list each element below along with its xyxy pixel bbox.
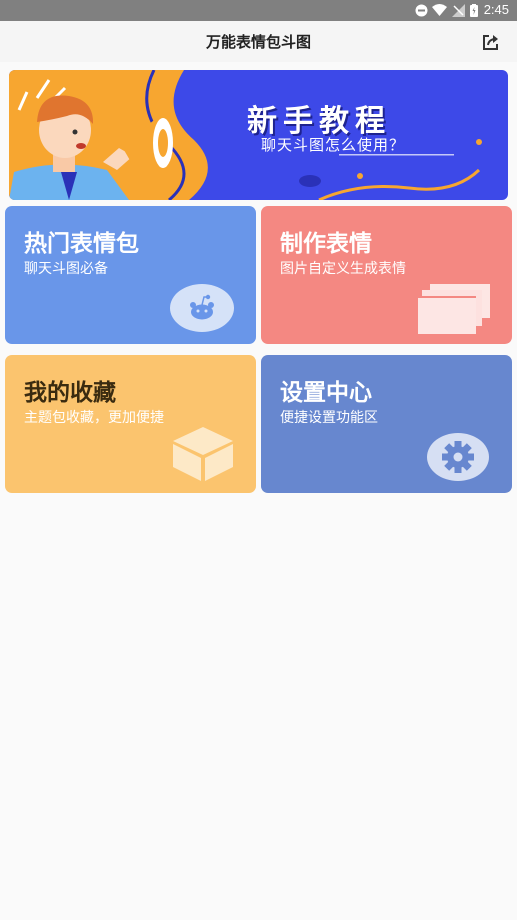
gear-icon	[427, 433, 489, 481]
make-sticker-card[interactable]: 制作表情 图片自定义生成表情	[261, 206, 512, 344]
clock: 2:45	[483, 2, 509, 17]
card-subtitle: 便捷设置功能区	[280, 410, 378, 426]
card-title: 设置中心	[280, 380, 372, 406]
card-subtitle: 主题包收藏，更加便捷	[24, 410, 164, 426]
card-subtitle: 聊天斗图必备	[24, 261, 108, 277]
signal-icon	[452, 4, 465, 17]
card-subtitle: 图片自定义生成表情	[280, 261, 406, 277]
card-title: 热门表情包	[24, 231, 139, 257]
wifi-icon	[432, 4, 447, 16]
app-bar: 万能表情包斗图	[0, 21, 517, 62]
settings-card[interactable]: 设置中心 便捷设置功能区	[261, 355, 512, 493]
card-title: 制作表情	[280, 231, 372, 257]
box-icon	[173, 427, 233, 481]
card-title: 我的收藏	[24, 380, 116, 406]
share-icon[interactable]	[481, 32, 501, 52]
my-favorites-card[interactable]: 我的收藏 主题包收藏，更加便捷	[5, 355, 256, 493]
hot-stickers-card[interactable]: 热门表情包 聊天斗图必备	[5, 206, 256, 344]
do-not-disturb-icon	[415, 4, 428, 17]
banner-subtitle: 聊天斗图怎么使用？	[261, 136, 406, 154]
stacked-cards-icon	[416, 284, 490, 334]
status-bar: 2:45	[0, 0, 517, 21]
tutorial-banner[interactable]: 新手教程 聊天斗图怎么使用？	[9, 70, 508, 200]
page-title: 万能表情包斗图	[205, 33, 311, 51]
reddit-robot-icon	[170, 284, 234, 332]
battery-icon	[470, 4, 478, 17]
